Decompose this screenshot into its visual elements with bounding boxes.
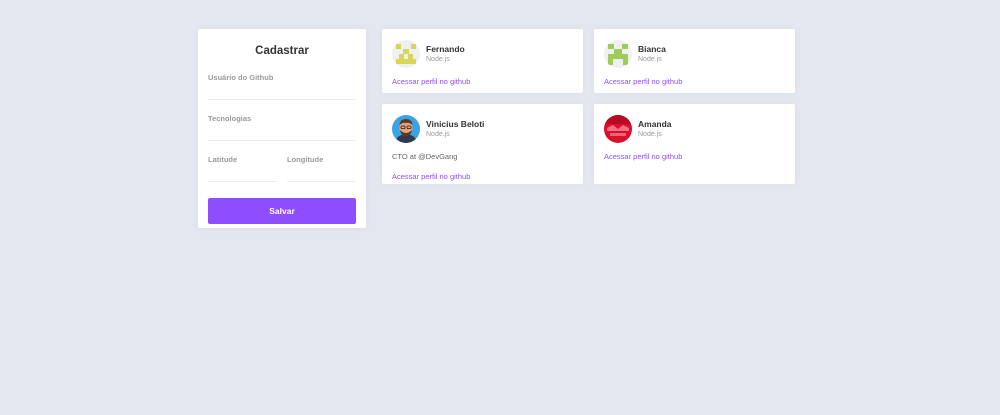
dev-techs: Node.js [426, 130, 450, 138]
techs-field: Tecnologias [208, 114, 356, 141]
latitude-field: Latitude [208, 155, 277, 182]
dev-name: Bianca [638, 43, 666, 54]
save-button[interactable]: Salvar [208, 198, 356, 224]
longitude-field: Longitude [287, 155, 356, 182]
dev-techs: Node.js [426, 55, 450, 63]
dev-card-header: Bianca Node.js [604, 40, 785, 68]
latitude-label: Latitude [208, 155, 238, 164]
avatar [392, 115, 420, 143]
app-root: Cadastrar Usuário do Github Tecnologias … [0, 0, 1000, 415]
latitude-input[interactable] [208, 164, 277, 182]
user-info: Bianca Node.js [638, 44, 666, 65]
techs-input[interactable] [208, 123, 356, 141]
longitude-label: Longitude [287, 155, 324, 164]
github-profile-link[interactable]: Acessar perfil no github [604, 77, 785, 87]
user-info: Vinicius Beloti Node.js [426, 119, 484, 140]
github-username-label: Usuário do Github [208, 73, 274, 82]
dev-card: Bianca Node.js Acessar perfil no github [594, 29, 795, 93]
avatar [604, 115, 632, 143]
longitude-input[interactable] [287, 164, 356, 182]
form-title: Cadastrar [255, 45, 309, 57]
dev-card: Vinicius Beloti Node.js CTO at @DevGang … [382, 104, 583, 184]
coordinates-row: Latitude Longitude [208, 141, 356, 182]
github-profile-link[interactable]: Acessar perfil no github [604, 152, 785, 162]
dev-techs: Node.js [638, 55, 662, 63]
user-info: Amanda Node.js [638, 119, 672, 140]
dev-techs: Node.js [638, 130, 662, 138]
github-username-field: Usuário do Github [208, 73, 356, 100]
dev-name: Vinicius Beloti [426, 118, 485, 129]
avatar [604, 40, 632, 68]
dev-name: Amanda [638, 118, 672, 129]
register-form-panel: Cadastrar Usuário do Github Tecnologias … [198, 29, 366, 228]
dev-card: Amanda Node.js Acessar perfil no github [594, 104, 795, 184]
dev-name: Fernando [426, 43, 465, 54]
dev-card-header: Vinicius Beloti Node.js [392, 115, 573, 143]
dev-card-header: Fernando Node.js [392, 40, 573, 68]
dev-card-header: Amanda Node.js [604, 115, 785, 143]
dev-bio: CTO at @DevGang [392, 152, 458, 161]
github-profile-link[interactable]: Acessar perfil no github [392, 77, 573, 87]
github-profile-link[interactable]: Acessar perfil no github [392, 172, 573, 182]
techs-label: Tecnologias [208, 114, 252, 123]
user-info: Fernando Node.js [426, 44, 465, 65]
github-username-input[interactable] [208, 82, 356, 100]
avatar [392, 40, 420, 68]
dev-card: Fernando Node.js Acessar perfil no githu… [382, 29, 583, 93]
